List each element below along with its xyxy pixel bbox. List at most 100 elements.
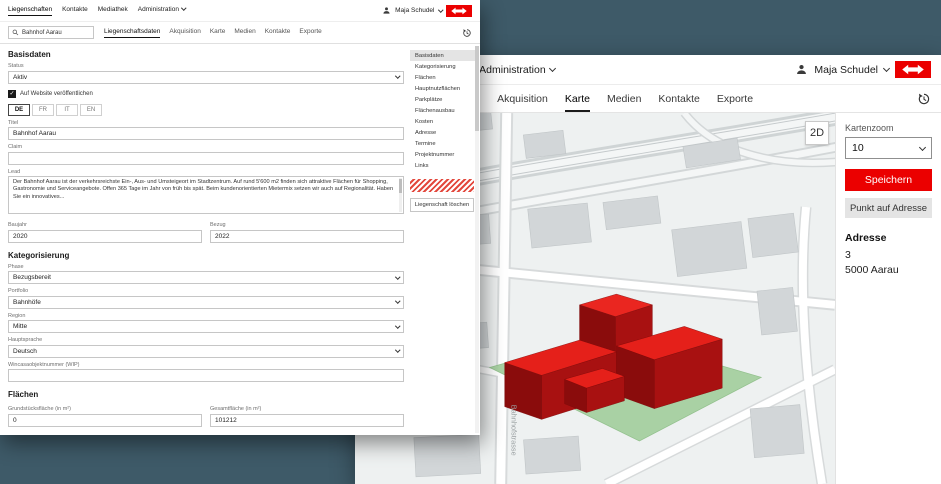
sbb-logo xyxy=(895,61,931,78)
map-2d-toggle[interactable]: 2D xyxy=(805,121,829,145)
save-button[interactable]: Speichern xyxy=(845,169,932,191)
lang-tab-de[interactable]: DE xyxy=(8,104,30,116)
tab-karte[interactable]: Karte xyxy=(210,28,226,38)
section-anchor-nav: Basisdaten Kategorisierung Flächen Haupt… xyxy=(410,44,480,435)
add-hauptnutzflaeche-button[interactable]: + xyxy=(81,435,92,436)
grundstuecksflaeche-label: Grundstücksfläche (in m²) xyxy=(8,406,202,412)
sbb-logo xyxy=(446,5,472,17)
tab-kontakte[interactable]: Kontakte xyxy=(658,86,699,112)
kartenzoom-label: Kartenzoom xyxy=(845,123,932,133)
kartenzoom-value: 10 xyxy=(852,142,864,154)
publish-checkbox-label: Auf Website veröffentlichen xyxy=(20,91,93,97)
nav-administration[interactable]: Administration xyxy=(479,64,555,76)
kartenzoom-select[interactable]: 10 xyxy=(845,137,932,159)
anchor-links[interactable]: Links xyxy=(410,160,478,171)
wincasa-field[interactable] xyxy=(8,369,404,382)
user-icon xyxy=(382,6,391,15)
baujahr-field[interactable]: 2020 xyxy=(8,230,202,243)
lang-tab-it[interactable]: IT xyxy=(56,104,78,116)
lead-textarea[interactable]: Der Bahnhof Aarau ist der verkehrsreichs… xyxy=(8,176,404,214)
property-form: Basisdaten Status Aktiv ✓ Auf Website ve… xyxy=(0,44,410,435)
history-icon[interactable] xyxy=(917,92,931,106)
portfolio-label: Portfolio xyxy=(8,288,404,294)
anchor-flaechenausbau[interactable]: Flächenausbau xyxy=(410,105,478,116)
nav-administration-label: Administration xyxy=(138,6,179,13)
tab-exporte[interactable]: Exporte xyxy=(299,28,321,38)
anchor-flaechen[interactable]: Flächen xyxy=(410,72,478,83)
main-nav: Liegenschaften Kontakte Mediathek Admini… xyxy=(8,6,185,16)
hauptsprache-label: Hauptsprache xyxy=(8,337,404,343)
gesamtflaeche-field[interactable]: 101212 xyxy=(210,414,404,427)
portfolio-value: Bahnhöfe xyxy=(13,299,41,306)
nav-kontakte[interactable]: Kontakte xyxy=(62,6,88,16)
chevron-down-icon xyxy=(395,323,400,328)
anchor-parkplaetze[interactable]: Parkplätze xyxy=(410,94,478,105)
address-city: 5000 Aarau xyxy=(845,264,932,276)
region-select[interactable]: Mitte xyxy=(8,320,404,333)
claim-field[interactable] xyxy=(8,152,404,165)
phase-select[interactable]: Bezugsbereit xyxy=(8,271,404,284)
nav-administration-label: Administration xyxy=(479,64,546,76)
baujahr-label: Baujahr xyxy=(8,222,202,228)
map-side-panel: Kartenzoom 10 Speichern Punkt auf Adress… xyxy=(835,113,941,484)
tab-liegenschaftsdaten[interactable]: Liegenschaftsdaten xyxy=(104,28,160,38)
anchor-kategorisierung[interactable]: Kategorisierung xyxy=(410,61,478,72)
anchor-basisdaten[interactable]: Basisdaten xyxy=(410,50,478,61)
section-flaechen: Flächen xyxy=(8,390,404,399)
top-navigation-bar: Liegenschaften Kontakte Mediathek Admini… xyxy=(0,0,480,22)
lead-label: Lead xyxy=(8,169,404,175)
tab-exporte[interactable]: Exporte xyxy=(717,86,753,112)
user-name: Maja Schudel xyxy=(814,64,878,76)
user-menu[interactable]: Maja Schudel xyxy=(382,5,472,17)
address-label: Adresse xyxy=(845,232,932,244)
nav-administration[interactable]: Administration xyxy=(138,6,186,16)
nav-mediathek[interactable]: Mediathek xyxy=(98,6,128,16)
search-value: Bahnhof Aarau xyxy=(22,30,62,36)
danger-stripes xyxy=(410,179,474,192)
lead-text: Der Bahnhof Aarau ist der verkehrsreichs… xyxy=(13,179,395,211)
status-value: Aktiv xyxy=(13,74,27,81)
user-icon xyxy=(795,63,808,76)
anchor-termine[interactable]: Termine xyxy=(410,138,478,149)
gesamtflaeche-label: Gesamtfläche (in m²) xyxy=(210,406,404,412)
tab-medien[interactable]: Medien xyxy=(607,86,641,112)
tab-akquisition[interactable]: Akquisition xyxy=(169,28,200,38)
delete-property-button[interactable]: Liegenschaft löschen xyxy=(410,198,474,212)
checkbox-checked-icon: ✓ xyxy=(8,90,16,98)
anchor-adresse[interactable]: Adresse xyxy=(410,127,478,138)
textarea-scrollbar[interactable] xyxy=(399,178,402,212)
wincasa-label: Wincasaobjektnummer (WIP) xyxy=(8,362,404,368)
titel-field[interactable]: Bahnhof Aarau xyxy=(8,127,404,140)
chevron-down-icon xyxy=(549,65,556,72)
user-menu[interactable]: Maja Schudel xyxy=(795,61,931,78)
section-basisdaten: Basisdaten xyxy=(8,50,404,59)
address-street: 3 xyxy=(845,249,932,261)
chevron-down-icon xyxy=(883,65,890,72)
anchor-projektnummer[interactable]: Projektnummer xyxy=(410,149,478,160)
phase-value: Bezugsbereit xyxy=(13,274,51,281)
hauptsprache-value: Deutsch xyxy=(13,348,37,355)
tab-karte[interactable]: Karte xyxy=(565,86,590,112)
scrollbar[interactable] xyxy=(475,46,479,433)
region-label: Region xyxy=(8,313,404,319)
tab-akquisition[interactable]: Akquisition xyxy=(497,86,548,112)
chevron-down-icon xyxy=(395,299,400,304)
anchor-kosten[interactable]: Kosten xyxy=(410,116,478,127)
bezug-field[interactable]: 2022 xyxy=(210,230,404,243)
tab-kontakte[interactable]: Kontakte xyxy=(265,28,291,38)
anchor-hauptnutzflaechen[interactable]: Hauptnutzflächen xyxy=(410,83,478,94)
publish-checkbox[interactable]: ✓ Auf Website veröffentlichen xyxy=(8,90,404,98)
search-input[interactable]: Bahnhof Aarau xyxy=(8,26,94,39)
tab-medien[interactable]: Medien xyxy=(234,28,255,38)
lang-tab-fr[interactable]: FR xyxy=(32,104,54,116)
nav-liegenschaften[interactable]: Liegenschaften xyxy=(8,6,52,16)
history-icon[interactable] xyxy=(462,28,472,38)
point-on-address-button[interactable]: Punkt auf Adresse xyxy=(845,198,932,218)
lang-tab-en[interactable]: EN xyxy=(80,104,102,116)
status-select[interactable]: Aktiv xyxy=(8,71,404,84)
hauptsprache-select[interactable]: Deutsch xyxy=(8,345,404,358)
portfolio-select[interactable]: Bahnhöfe xyxy=(8,296,404,309)
region-value: Mitte xyxy=(13,323,27,330)
user-name: Maja Schudel xyxy=(395,7,434,14)
grundstuecksflaeche-field[interactable]: 0 xyxy=(8,414,202,427)
